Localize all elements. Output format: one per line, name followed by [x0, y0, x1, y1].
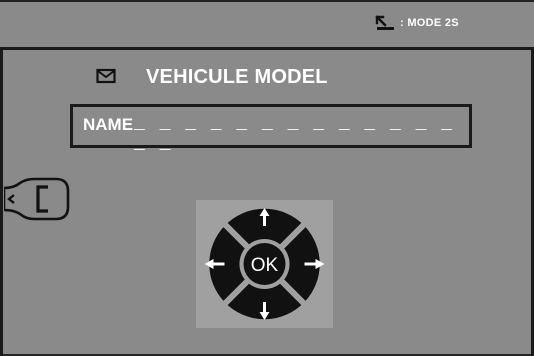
status-bar: : MODE 2S	[0, 2, 534, 48]
mail-icon	[96, 68, 116, 84]
name-input[interactable]: NAME _ _ _ _ _ _ _ _ _ _ _ _ _ _ _	[70, 104, 472, 154]
name-field-label: NAME	[83, 115, 134, 134]
dpad: OK	[196, 200, 333, 328]
ok-button-label: OK	[251, 255, 279, 276]
device-screen: : MODE 2S VEHICULE MODEL NAME _ _ _ _ _ …	[0, 0, 534, 356]
header-divider	[0, 47, 534, 50]
name-field-value[interactable]: _ _ _ _ _ _ _ _ _ _ _ _ _ _ _	[134, 114, 469, 154]
back-button[interactable]	[4, 177, 70, 221]
frame-border-left	[0, 50, 3, 356]
page-title: VEHICULE MODEL	[146, 66, 328, 88]
back-arrow-icon	[375, 15, 394, 30]
mode-label: : MODE 2S	[400, 17, 459, 29]
